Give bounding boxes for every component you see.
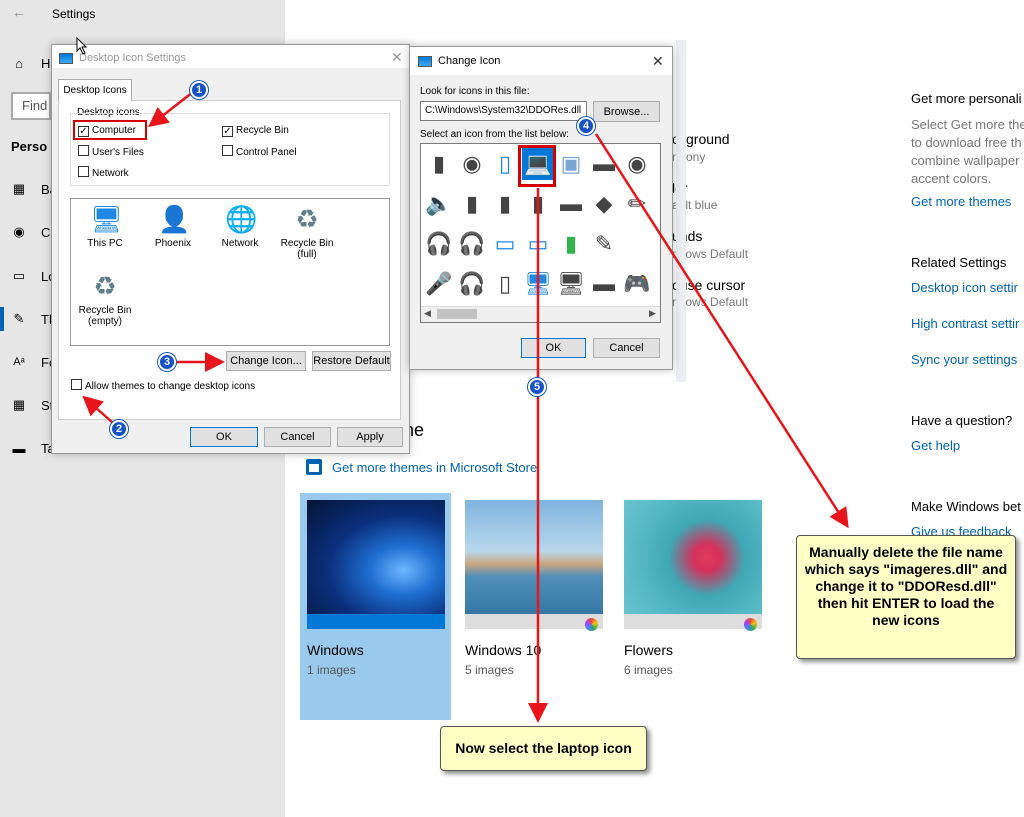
tab-desktop-icons[interactable]: Desktop Icons <box>58 79 132 101</box>
step-badge-3: 3 <box>158 353 176 371</box>
arrow-2 <box>82 395 114 424</box>
callout-select-laptop: Now select the laptop icon <box>440 726 647 771</box>
step-badge-5: 5 <box>528 378 546 396</box>
step-badge-1: 1 <box>190 81 208 99</box>
arrow-4 <box>594 133 849 529</box>
callout-delete-filename: Manually delete the file name which says… <box>796 535 1016 659</box>
step-badge-2: 2 <box>110 420 128 438</box>
arrow-1 <box>148 91 194 128</box>
annotation-arrows <box>82 91 849 723</box>
step-badge-4: 4 <box>577 117 595 135</box>
